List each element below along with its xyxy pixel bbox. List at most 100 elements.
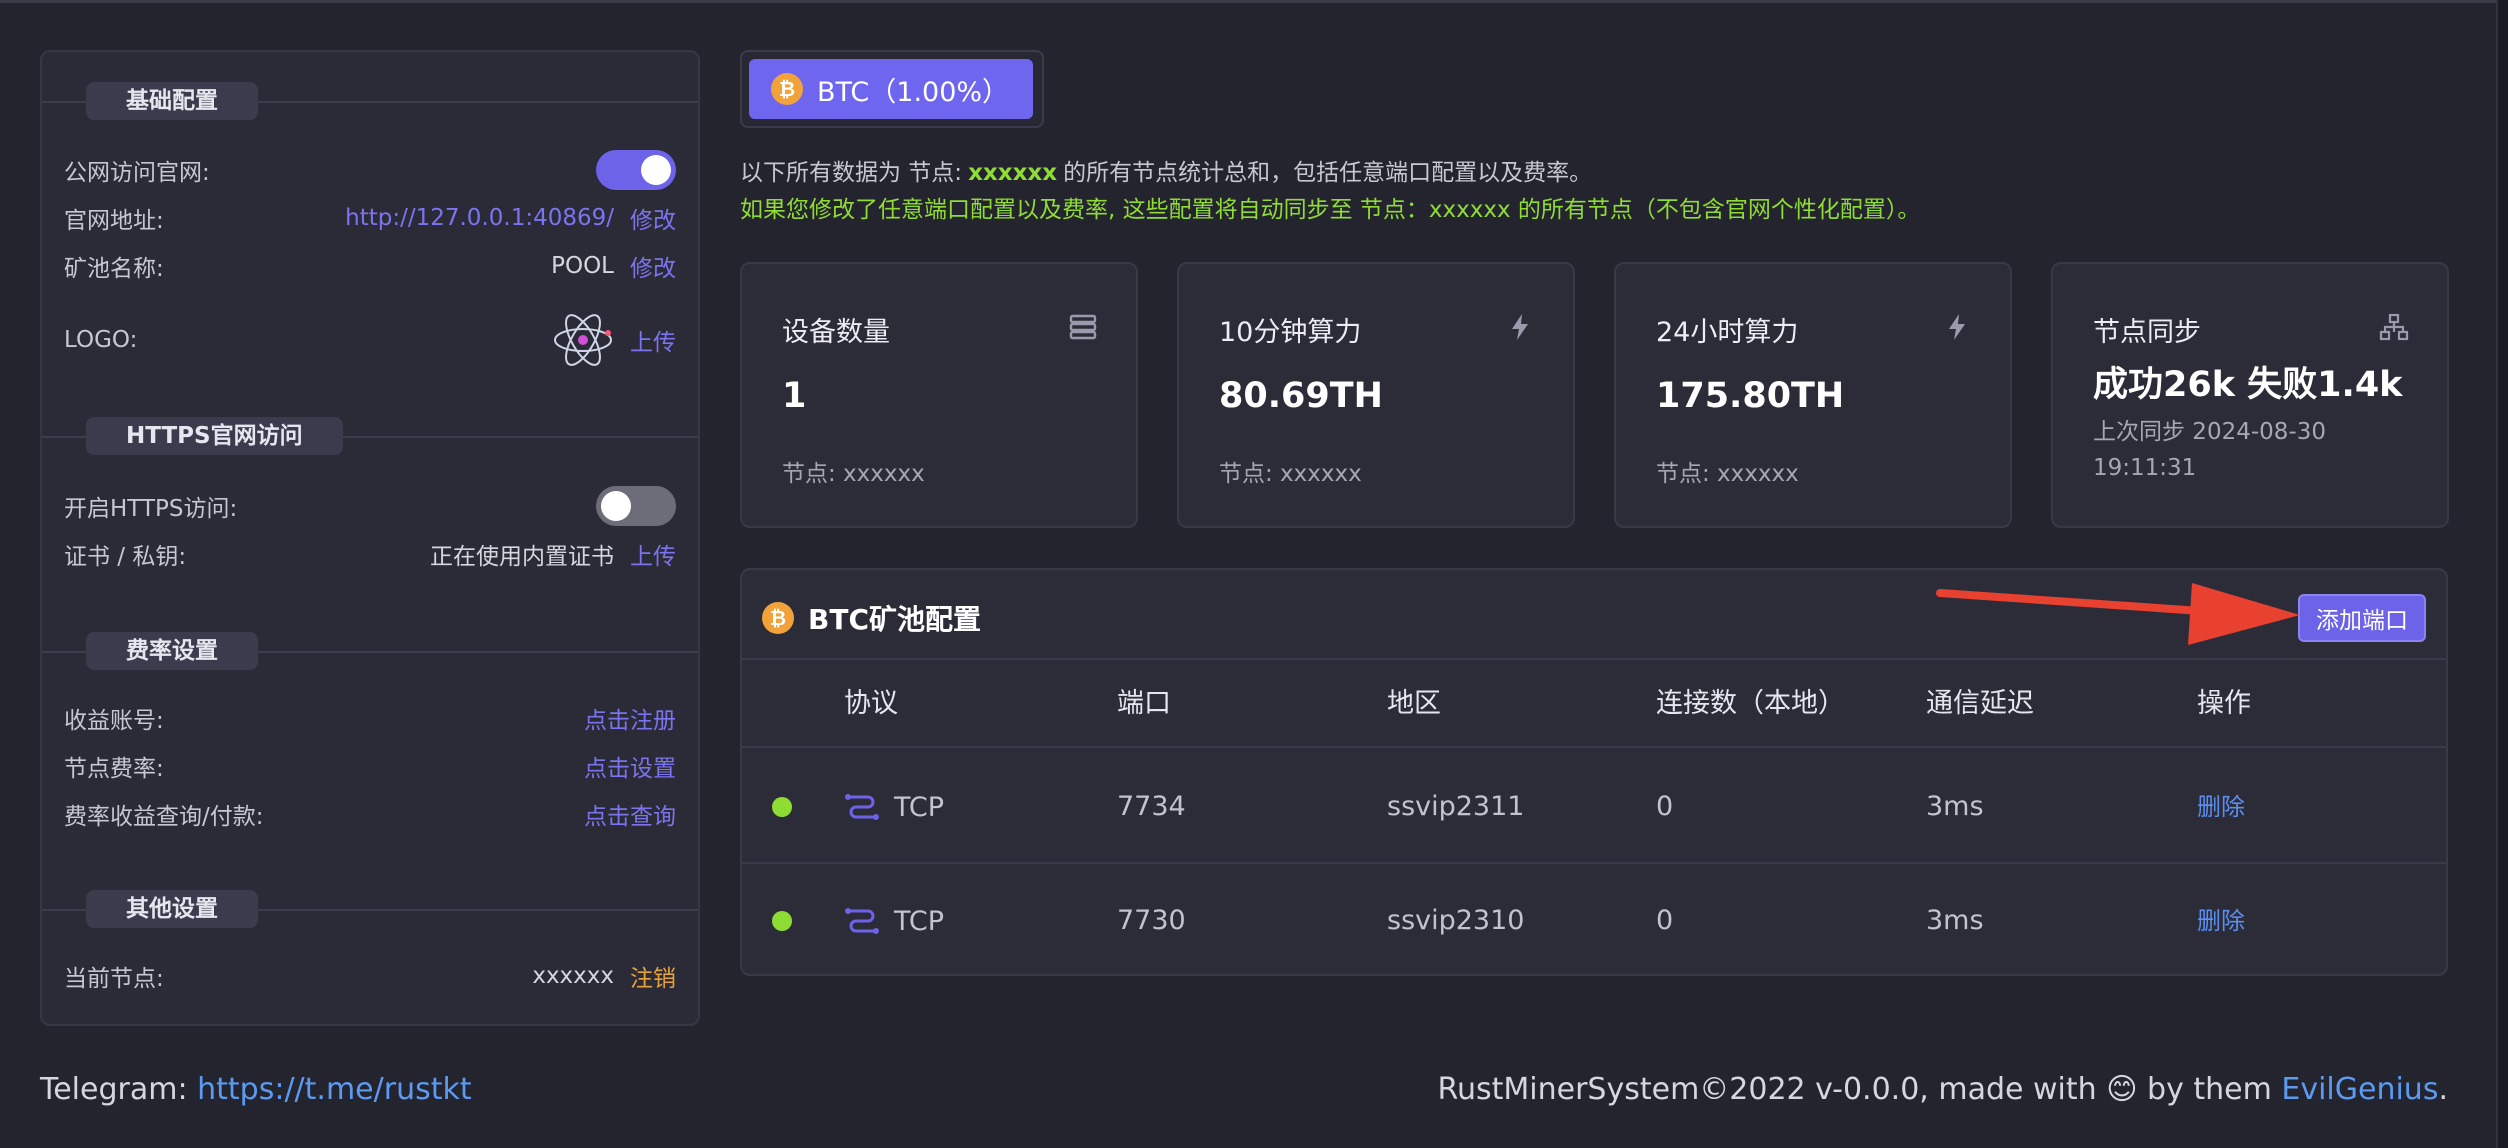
bitcoin-icon: ₿ <box>771 73 803 105</box>
port-cell: 7734 <box>1117 791 1186 822</box>
current-node-value: xxxxxx <box>532 963 614 989</box>
table-row: TCP 7730 ssvip2310 0 3ms 删除 <box>742 864 2446 974</box>
logo-upload-button[interactable]: 上传 <box>630 323 676 357</box>
query-button[interactable]: 点击查询 <box>584 797 676 831</box>
coin-tab-btc[interactable]: ₿ BTC（1.00%） <box>749 59 1033 119</box>
note-suffix: 的所有节点统计总和，包括任意端口配置以及费率。 <box>1063 160 1593 186</box>
by-text: by them <box>2147 1072 2272 1107</box>
column-header: 连接数（本地） <box>1656 688 1845 719</box>
pool-config-title-text: BTC矿池配置 <box>808 603 981 636</box>
fee-query-label: 费率收益查询/付款: <box>64 804 264 830</box>
card-title: 10分钟算力 <box>1219 317 1362 348</box>
card-sub: 节点: xxxxxx <box>1219 461 1362 487</box>
footer-period: . <box>2438 1072 2448 1107</box>
card-sub: 节点: xxxxxx <box>782 461 925 487</box>
current-node-label: 当前节点: <box>64 966 164 992</box>
site-url-label: 官网地址: <box>64 208 164 234</box>
https-enable-label: 开启HTTPS访问: <box>64 496 238 522</box>
latency-cell: 3ms <box>1926 791 1984 822</box>
column-header: 协议 <box>844 688 898 719</box>
hashrate-24h-card: 24小时算力 175.80TH 节点: xxxxxx <box>1614 262 2012 528</box>
window-top-border <box>0 0 2508 3</box>
delete-port-button[interactable]: 删除 <box>2197 793 2245 821</box>
public-access-toggle[interactable] <box>596 150 676 190</box>
protocol-cell: TCP <box>844 864 945 974</box>
latency-cell: 3ms <box>1926 905 1984 936</box>
section-fee-title: 费率设置 <box>86 632 258 670</box>
card-value: 175.80TH <box>1656 376 1845 416</box>
action-cell: 删除 <box>2197 864 2245 974</box>
copyright-text: RustMinerSystem©2022 v-0.0.0, made with <box>1437 1072 2097 1107</box>
section-basic-title: 基础配置 <box>86 82 258 120</box>
https-toggle[interactable] <box>596 486 676 526</box>
table-row: TCP 7734 ssvip2311 0 3ms 删除 <box>742 750 2446 864</box>
pool-name-value: POOL <box>551 253 614 279</box>
pool-name-edit-button[interactable]: 修改 <box>630 249 676 283</box>
toggle-knob <box>601 491 631 521</box>
site-url-edit-button[interactable]: 修改 <box>630 201 676 235</box>
section-fee-header: 费率设置 <box>42 632 698 670</box>
pool-name-row: 矿池名称: POOL 修改 <box>64 248 676 284</box>
coin-selector: ₿ BTC（1.00%） <box>740 50 1044 128</box>
action-cell: 删除 <box>2197 750 2245 864</box>
section-https-header: HTTPS官网访问 <box>42 417 698 455</box>
status-online-dot <box>772 797 792 817</box>
register-button[interactable]: 点击注册 <box>584 701 676 735</box>
card-title: 设备数量 <box>782 317 890 348</box>
current-node-row: 当前节点: xxxxxx 注销 <box>64 958 676 994</box>
card-sub: 节点: xxxxxx <box>1656 461 1799 487</box>
connections-cell: 0 <box>1656 791 1674 822</box>
delete-port-button[interactable]: 删除 <box>2197 907 2245 935</box>
annotation-arrow <box>1936 583 2300 645</box>
table-header: 协议 端口 地区 连接数（本地） 通信延迟 操作 <box>742 660 2446 748</box>
bolt-icon <box>1949 314 1965 340</box>
card-value: 1 <box>782 376 807 416</box>
server-icon <box>1069 314 1097 340</box>
section-https-title: HTTPS官网访问 <box>86 417 343 455</box>
logo-label: LOGO: <box>64 327 138 353</box>
public-access-label: 公网访问官网: <box>64 160 210 186</box>
card-title: 节点同步 <box>2093 317 2201 348</box>
author-link[interactable]: EvilGenius <box>2281 1072 2438 1107</box>
fee-account-row: 收益账号: 点击注册 <box>64 700 676 736</box>
fee-account-label: 收益账号: <box>64 708 164 734</box>
route-icon <box>845 794 879 820</box>
public-access-row: 公网访问官网: <box>64 150 676 190</box>
status-online-dot <box>772 911 792 931</box>
footer-copyright: RustMinerSystem©2022 v-0.0.0, made with … <box>1438 1072 2449 1107</box>
port-cell: 7730 <box>1117 905 1186 936</box>
site-url-row: 官网地址: http://127.0.0.1:40869/修改 <box>64 200 676 236</box>
fee-rate-label: 节点费率: <box>64 756 164 782</box>
bitcoin-icon: ₿ <box>762 602 794 634</box>
cert-value: 正在使用内置证书 <box>430 544 614 570</box>
set-rate-button[interactable]: 点击设置 <box>584 749 676 783</box>
fee-rate-row: 节点费率: 点击设置 <box>64 748 676 784</box>
cert-upload-button[interactable]: 上传 <box>630 537 676 571</box>
region-cell: ssvip2311 <box>1387 791 1525 822</box>
bolt-icon <box>1512 314 1528 340</box>
logout-button[interactable]: 注销 <box>630 959 676 993</box>
fee-query-row: 费率收益查询/付款: 点击查询 <box>64 796 676 832</box>
node-sync-card: 节点同步 成功26k 失败1.4k 上次同步 2024-08-30 19:11:… <box>2051 262 2449 528</box>
note-prefix: 以下所有数据为 节点: <box>740 160 963 186</box>
footer-telegram: Telegram: https://t.me/rustkt <box>40 1072 472 1107</box>
region-cell: ssvip2310 <box>1387 905 1525 936</box>
card-title: 24小时算力 <box>1656 317 1799 348</box>
pool-name-label: 矿池名称: <box>64 256 164 282</box>
telegram-label: Telegram: <box>40 1072 188 1107</box>
window-right-edge <box>2496 0 2508 1148</box>
add-port-button[interactable]: 添加端口 <box>2298 594 2426 642</box>
column-header: 操作 <box>2197 688 2251 719</box>
logo-row: LOGO: 上传 <box>64 308 676 372</box>
protocol-cell: TCP <box>844 750 944 864</box>
coin-tab-label: BTC（1.00%） <box>817 76 1010 108</box>
column-header: 地区 <box>1387 688 1441 719</box>
site-url-link[interactable]: http://127.0.0.1:40869/ <box>345 205 614 231</box>
network-icon <box>2379 313 2409 341</box>
protocol-value: TCP <box>894 905 945 937</box>
route-icon <box>845 908 879 934</box>
telegram-link[interactable]: https://t.me/rustkt <box>197 1072 472 1107</box>
section-other-title: 其他设置 <box>86 890 258 928</box>
column-header: 通信延迟 <box>1926 688 2034 719</box>
note-node-name: xxxxxx <box>968 160 1058 186</box>
